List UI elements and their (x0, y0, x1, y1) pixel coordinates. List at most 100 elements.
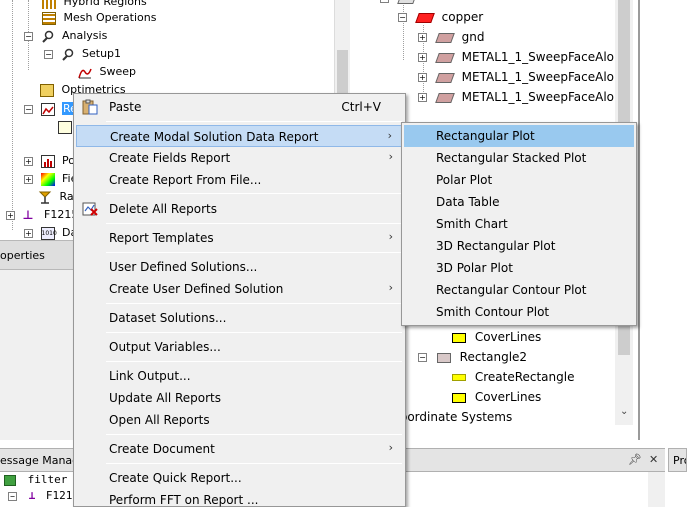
menu-item-create-modal-solution-data-report[interactable]: Create Modal Solution Data Report › (76, 125, 403, 147)
tree-item-setup1[interactable]: − Setup1 (44, 45, 121, 63)
design-icon: ⊥ (28, 489, 36, 502)
menu-item-update-all-reports[interactable]: Update All Reports (76, 387, 403, 409)
paste-icon (81, 99, 99, 115)
optimetrics-icon (40, 83, 54, 97)
delete-reports-icon (81, 201, 99, 217)
collapse-icon[interactable]: − (44, 49, 53, 59)
menu-item-perform-fft-on-report[interactable]: Perform FFT on Report ... (76, 489, 403, 507)
pin-icon[interactable]: 📌︎ (628, 453, 642, 466)
submenu-arrow-icon: › (387, 129, 392, 142)
grid-icon (42, 11, 56, 25)
expand-icon[interactable]: + (24, 156, 33, 166)
filter-icon (4, 474, 16, 486)
menu-item-paste[interactable]: Paste Ctrl+V (76, 96, 403, 118)
report-icon (58, 120, 72, 134)
submenu-item-rectangular-stacked-plot[interactable]: Rectangular Stacked Plot (404, 147, 634, 169)
menu-separator (106, 332, 402, 333)
message-line[interactable]: − ⊥ F1215 (8, 489, 79, 502)
menu-separator (106, 361, 402, 362)
collapse-icon[interactable]: − (418, 353, 427, 362)
tree-item-mesh-operations[interactable]: Mesh Operations (42, 9, 156, 27)
submenu-arrow-icon: › (388, 441, 393, 454)
menu-separator (106, 193, 402, 194)
sheet-icon (436, 352, 451, 363)
tree-item-design-f1215[interactable]: + ⊥ F1215 (6, 206, 78, 224)
menu-separator (106, 252, 402, 253)
expand-icon[interactable]: + (418, 33, 427, 42)
solid-icon (435, 32, 455, 43)
close-icon[interactable]: ✕ (649, 453, 658, 466)
tree-item-coverlines-2[interactable]: CoverLines (452, 387, 541, 407)
tree-item-gnd[interactable]: + gnd (418, 27, 485, 47)
submenu-item-3d-rectangular-plot[interactable]: 3D Rectangular Plot (404, 235, 634, 257)
tree-item-port-field[interactable]: + Po (24, 152, 75, 170)
message-line[interactable]: filter ( (4, 473, 81, 486)
submenu-item-smith-contour-plot[interactable]: Smith Contour Plot (404, 301, 634, 323)
solid-icon (435, 52, 455, 63)
expand-icon[interactable]: + (24, 174, 33, 184)
tree-item-copper[interactable]: − copper (398, 7, 483, 27)
solid-icon (435, 72, 455, 83)
tree-item-analysis[interactable]: − Analysis (24, 27, 107, 45)
menu-item-create-user-defined-solution[interactable]: Create User Defined Solution › (76, 278, 403, 300)
expand-icon[interactable]: + (6, 210, 15, 220)
folder-icon (397, 0, 417, 4)
menu-item-output-variables[interactable]: Output Variables... (76, 336, 403, 358)
field-overlay-icon (40, 172, 55, 186)
collapse-icon[interactable]: − (24, 31, 33, 41)
tree-item-field-overlays[interactable]: + Fie (24, 170, 77, 188)
tree-item-coverlines-1[interactable]: CoverLines (452, 327, 541, 347)
submenu-item-rectangular-plot[interactable]: Rectangular Plot (404, 125, 634, 147)
submenu-arrow-icon: › (388, 150, 393, 163)
submenu-item-rectangular-contour-plot[interactable]: Rectangular Contour Plot (404, 279, 634, 301)
menu-item-create-report-from-file[interactable]: Create Report From File... (76, 169, 403, 191)
expand-icon[interactable]: + (418, 73, 427, 82)
menu-item-user-defined-solutions[interactable]: User Defined Solutions... (76, 256, 403, 278)
sweep-icon (78, 66, 92, 79)
scroll-down-icon[interactable]: ⌄ (620, 406, 628, 417)
tree-item-rectangle2[interactable]: − Rectangle2 (418, 347, 527, 367)
submenu-arrow-icon: › (388, 281, 393, 294)
tree-item-results[interactable]: − Re (24, 100, 78, 118)
expand-icon[interactable]: + (418, 93, 427, 102)
port-field-icon (40, 154, 55, 168)
expand-icon[interactable]: + (418, 53, 427, 62)
menu-separator (106, 303, 402, 304)
results-icon (40, 102, 55, 116)
tree-item-radiation[interactable]: Ra (38, 188, 74, 206)
submenu-item-data-table[interactable]: Data Table (404, 191, 634, 213)
menu-item-create-document[interactable]: Create Document › (76, 438, 403, 460)
tree-item-metal1-sweep-2[interactable]: + METAL1_1_SweepFaceAlong (418, 67, 629, 87)
tree-item-metal1-sweep-3[interactable]: + METAL1_1_SweepFaceAlong (418, 87, 629, 107)
operation-icon (452, 392, 466, 403)
properties-tab-header[interactable]: Pro (668, 448, 687, 472)
submenu-item-smith-chart[interactable]: Smith Chart (404, 213, 634, 235)
message-manager-title: essage Manag (0, 454, 80, 467)
message-manager-scrollbar[interactable] (648, 472, 665, 507)
collapse-icon[interactable]: − (398, 13, 407, 22)
tree-item-data[interactable]: + 1010 Da (24, 224, 77, 240)
expand-icon[interactable]: + (24, 228, 33, 238)
report-type-submenu: Rectangular Plot Rectangular Stacked Plo… (401, 122, 637, 326)
submenu-item-3d-polar-plot[interactable]: 3D Polar Plot (404, 257, 634, 279)
menu-item-create-quick-report[interactable]: Create Quick Report... (76, 467, 403, 489)
collapse-icon[interactable]: − (24, 104, 33, 114)
menu-item-link-output[interactable]: Link Output... (76, 365, 403, 387)
grid-icon (42, 0, 56, 9)
radiation-icon (38, 191, 52, 204)
tree-item-metal1-sweep-1[interactable]: + METAL1_1_SweepFaceAlong (418, 47, 629, 67)
menu-item-report-templates[interactable]: Report Templates › (76, 227, 403, 249)
menu-item-dataset-solutions[interactable]: Dataset Solutions... (76, 307, 403, 329)
menu-item-open-all-reports[interactable]: Open All Reports (76, 409, 403, 431)
menu-item-delete-all-reports[interactable]: Delete All Reports (76, 198, 403, 220)
data-icon: 1010 (40, 226, 57, 240)
tree-item-sweep[interactable]: Sweep (78, 63, 136, 81)
menu-separator (106, 463, 402, 464)
submenu-item-polar-plot[interactable]: Polar Plot (404, 169, 634, 191)
tree-item-create-rectangle[interactable]: CreateRectangle (452, 367, 574, 387)
collapse-icon[interactable]: − (8, 491, 17, 501)
menu-item-create-fields-report[interactable]: Create Fields Report › (76, 147, 403, 169)
collapse-icon[interactable]: − (380, 0, 389, 3)
menu-separator (106, 121, 402, 122)
tree-item-coordinate-systems[interactable]: oordinate Systems (400, 407, 512, 425)
